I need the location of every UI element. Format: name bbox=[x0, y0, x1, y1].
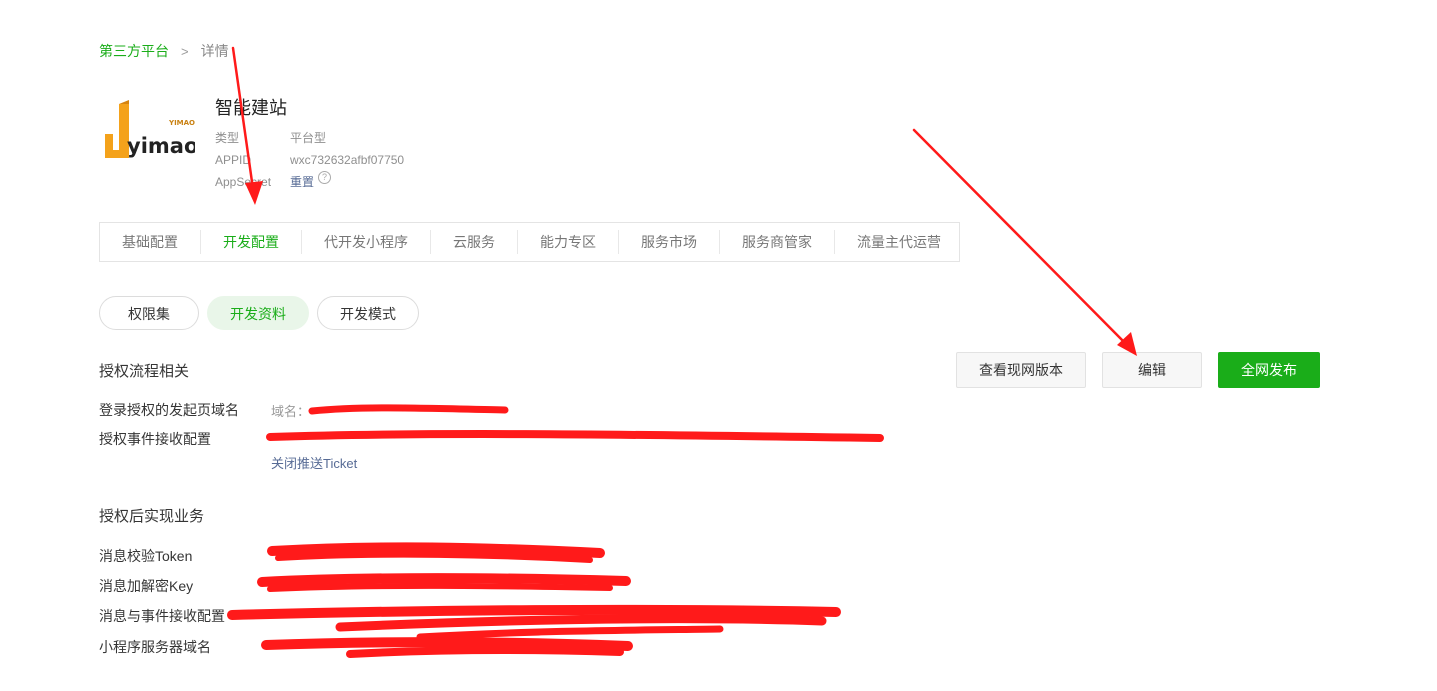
meta-key: APPID bbox=[215, 153, 252, 167]
breadcrumb-separator: > bbox=[181, 43, 189, 59]
redaction-scribble bbox=[257, 573, 631, 587]
meta-row-appid: APPID wxc732632afbf07750 bbox=[215, 149, 404, 171]
meta-row-appsecret: AppSecret 重置 ? bbox=[215, 171, 404, 193]
redaction-scribble bbox=[227, 604, 841, 620]
close-ticket-push-link[interactable]: 关闭推送Ticket bbox=[271, 453, 357, 472]
breadcrumb: 第三方平台 > 详情 bbox=[99, 41, 229, 61]
publish-button[interactable]: 全网发布 bbox=[1218, 352, 1320, 388]
redaction-scribble bbox=[261, 637, 633, 651]
breadcrumb-current: 详情 bbox=[200, 43, 229, 59]
business-section-title: 授权后实现业务 bbox=[99, 508, 205, 525]
tab-cloud-service[interactable]: 云服务 bbox=[431, 230, 518, 254]
meta-row-type: 类型 平台型 bbox=[215, 127, 404, 149]
tab-service-manager[interactable]: 服务商管家 bbox=[720, 230, 835, 254]
redaction-scribble bbox=[346, 646, 624, 658]
meta-value: wxc732632afbf07750 bbox=[290, 153, 405, 167]
tab-traffic-operations[interactable]: 流量主代运营 bbox=[835, 230, 963, 254]
config-tab-bar: 基础配置 开发配置 代开发小程序 云服务 能力专区 服务市场 服务商管家 流量主… bbox=[99, 222, 960, 262]
tab-service-market[interactable]: 服务市场 bbox=[619, 230, 720, 254]
tab-dev-config[interactable]: 开发配置 bbox=[201, 230, 302, 254]
subtab-dev-mode[interactable]: 开发模式 bbox=[317, 296, 419, 330]
tab-basic-config[interactable]: 基础配置 bbox=[100, 230, 201, 254]
field-label-server-domain: 小程序服务器域名 bbox=[99, 639, 211, 655]
app-logo: yimao YIMAO bbox=[99, 98, 198, 170]
redaction-scribble bbox=[266, 430, 884, 442]
subtab-dev-info[interactable]: 开发资料 bbox=[207, 296, 309, 330]
auth-section-title: 授权流程相关 bbox=[99, 363, 190, 380]
reset-secret-link[interactable]: 重置 bbox=[290, 171, 314, 193]
help-icon[interactable]: ? bbox=[318, 171, 332, 184]
tab-capability[interactable]: 能力专区 bbox=[518, 230, 619, 254]
redaction-scribble bbox=[335, 614, 827, 632]
view-live-version-button[interactable]: 查看现网版本 bbox=[956, 352, 1086, 388]
subtab-permissions[interactable]: 权限集 bbox=[99, 296, 199, 330]
field-label-aes-key: 消息加解密Key bbox=[99, 578, 194, 594]
redaction-scribble bbox=[267, 582, 613, 592]
redaction-scribble bbox=[275, 551, 593, 563]
meta-value: 平台型 bbox=[290, 131, 327, 145]
field-label-token: 消息校验Token bbox=[99, 548, 193, 564]
logo-small-text: YIMAO bbox=[168, 119, 195, 127]
meta-key: AppSecret bbox=[215, 175, 272, 189]
breadcrumb-root-link[interactable]: 第三方平台 bbox=[99, 41, 169, 61]
field-label-login-domain: 登录授权的发起页域名 bbox=[99, 402, 239, 418]
field-label-auth-event: 授权事件接收配置 bbox=[99, 431, 211, 447]
meta-key: 类型 bbox=[215, 131, 240, 145]
redaction-scribble bbox=[267, 542, 605, 558]
edit-button[interactable]: 编辑 bbox=[1102, 352, 1202, 388]
logo-wordmark: yimao bbox=[127, 134, 195, 158]
redaction-scribble bbox=[308, 404, 509, 415]
field-value-login-domain: 域名： bbox=[271, 404, 311, 419]
app-meta: 类型 平台型 APPID wxc732632afbf07750 AppSecre… bbox=[215, 127, 404, 193]
field-label-message-event: 消息与事件接收配置 bbox=[99, 608, 225, 624]
app-name: 智能建站 bbox=[215, 98, 287, 118]
tab-mini-program-dev[interactable]: 代开发小程序 bbox=[302, 230, 431, 254]
redaction-scribble bbox=[416, 625, 724, 641]
